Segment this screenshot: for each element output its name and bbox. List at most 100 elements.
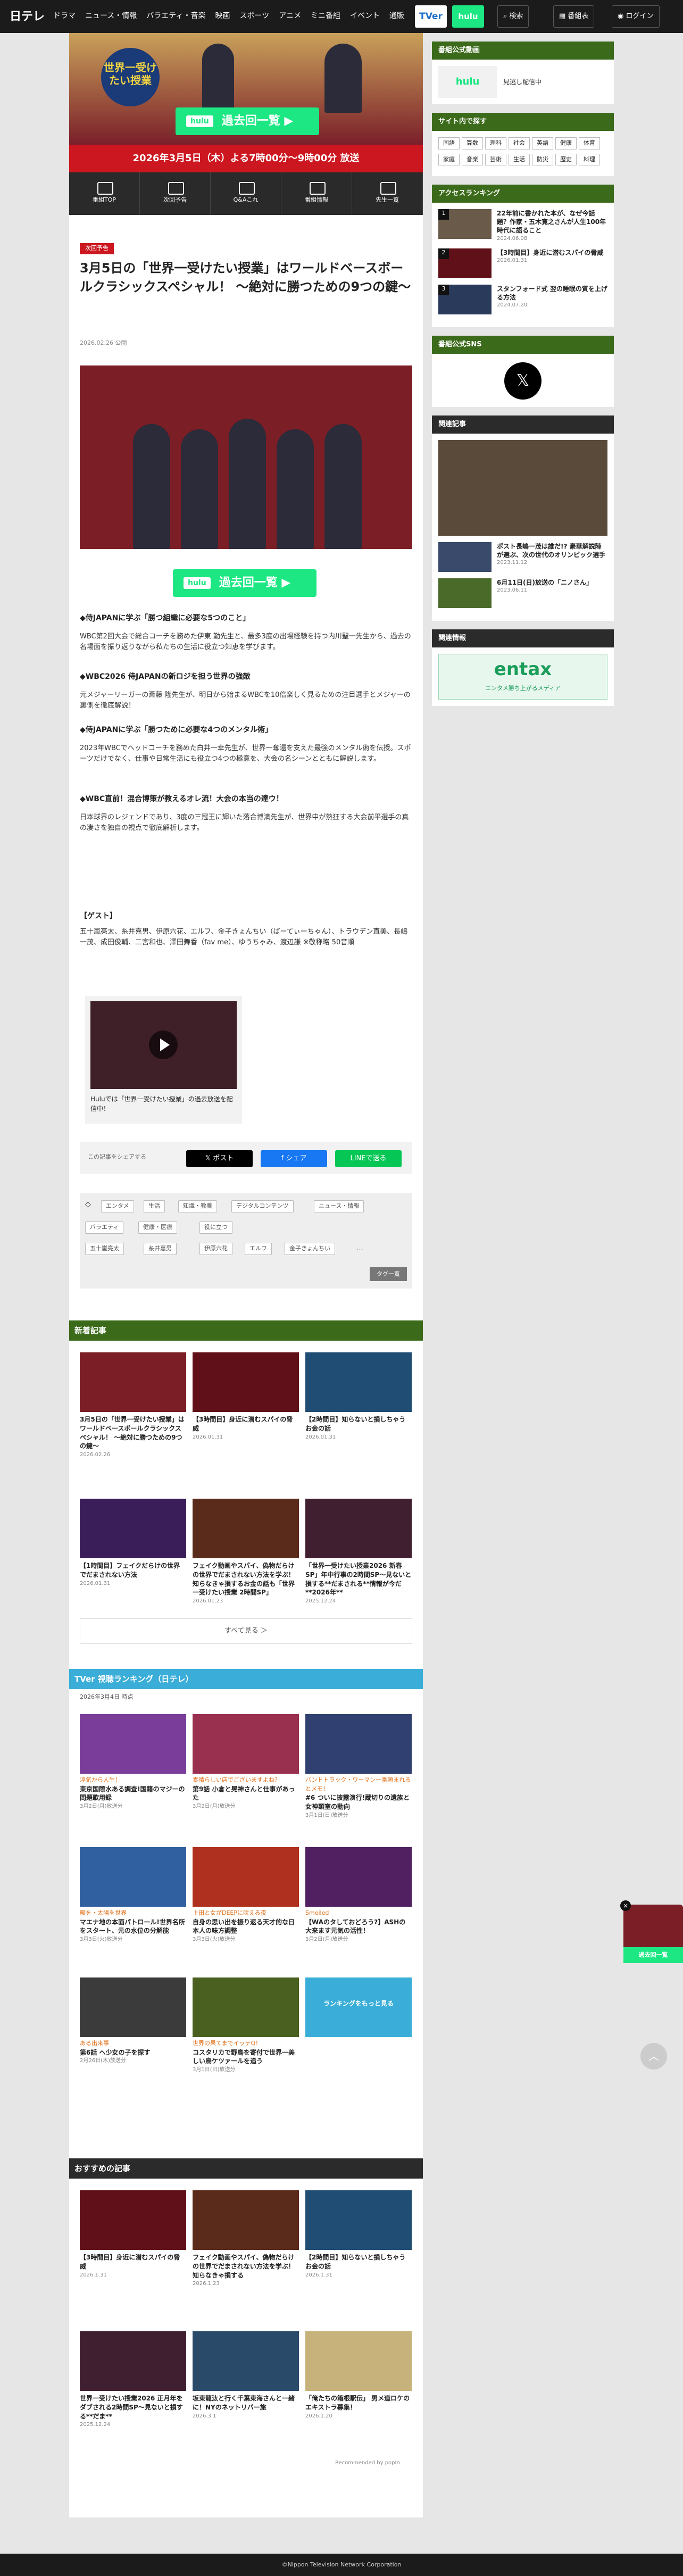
access-rank-item[interactable]: 3 スタンフォード式 翌の睡眠の質を上げる方法 2024.07.20 — [438, 285, 607, 315]
nav-anime[interactable]: アニメ — [279, 11, 301, 22]
new-article-card[interactable]: 【1時間目】フェイクだらけの世界でだまされない方法 2026.01.31 — [80, 1499, 186, 1588]
tag-item[interactable]: デジタルコンテンツ — [231, 1200, 294, 1212]
play-icon[interactable] — [149, 1031, 178, 1059]
new-article-card[interactable]: フェイク動画やスパイ、偽物だらけの世界でだまされない方法を学ぶ！知らなきゃ損する… — [193, 1499, 299, 1605]
tag-item[interactable]: エルフ — [245, 1243, 272, 1255]
sidebar-heading: 関連情報 — [432, 629, 614, 648]
nav-shop[interactable]: 通販 — [389, 11, 404, 22]
tab-info[interactable]: 番組情報 — [281, 172, 352, 215]
search-tag[interactable]: 理科 — [485, 137, 506, 149]
share-facebook-button[interactable]: f シェア — [261, 1150, 327, 1167]
search-tag[interactable]: 防災 — [532, 153, 553, 165]
share-x-button[interactable]: 𝕏 ポスト — [186, 1150, 253, 1167]
search-button[interactable]: ⌕ 検索 — [497, 5, 529, 28]
access-rank-item[interactable]: 1 22年前に書かれた本が、なぜ今話題？作家・五木寛之さんが人生100年時代に語る… — [438, 209, 607, 242]
hulu-logo[interactable]: hulu — [438, 66, 497, 98]
tag-item[interactable]: 伊原六花 — [199, 1243, 232, 1255]
recommended-card[interactable]: 世界一受けたい授業2026 正月年をダブされる2時間SP～見ないと損する**だま… — [80, 2331, 186, 2429]
article-thumbnail — [80, 2331, 186, 2391]
share-line-button[interactable]: LINEで送る — [335, 1150, 402, 1167]
tab-teachers[interactable]: 先生一覧 — [352, 172, 423, 215]
tag-item[interactable]: 役に立つ — [199, 1221, 232, 1234]
related-item[interactable]: 6月11日(日)放送の「ニノさん」 2023.06.11 — [438, 578, 607, 609]
section-heading: ◆WBC直前！混合博策が教えるオレ流！大会の本当の達ウ！ — [80, 795, 284, 803]
ranking-card[interactable]: 素晴らしい店でございますよね？ 第9話 小倉と晃神さんと仕事があった 3月2日(月)… — [193, 1714, 299, 1810]
login-button[interactable]: ◉ ログイン — [612, 5, 660, 28]
tab-next[interactable]: 次回予告 — [140, 172, 211, 215]
nav-variety[interactable]: バラエティ・音楽 — [146, 11, 205, 22]
nav-news[interactable]: ニュース・情報 — [85, 11, 137, 22]
search-tag[interactable]: 健康 — [555, 137, 577, 149]
tag-item[interactable]: ニュース・情報 — [314, 1200, 364, 1212]
nav-mini[interactable]: ミニ番組 — [311, 11, 340, 22]
tag-item[interactable]: 五十嵐亮太 — [85, 1243, 124, 1255]
search-tag[interactable]: 音楽 — [462, 153, 483, 165]
access-rank-item[interactable]: 2 【3時間目】身近に潜むスパイの脅威 2026.01.31 — [438, 248, 607, 279]
ranking-card[interactable]: 暖を・太陽を世界 マエナ地の本面パトロール!世界名所をスタート、元の水位の分解能 3… — [80, 1847, 186, 1943]
close-icon[interactable]: × — [620, 1900, 631, 1911]
search-tag[interactable]: 歴史 — [555, 153, 577, 165]
tver-button[interactable]: TVer — [415, 5, 447, 28]
search-tag[interactable]: 家庭 — [438, 153, 460, 165]
search-tag[interactable]: 国語 — [438, 137, 460, 149]
search-tag[interactable]: 英語 — [532, 137, 553, 149]
new-article-card[interactable]: 3月5日の「世界一受けたい授業」はワールドベースボールクラシックスペシャル！ ～… — [80, 1352, 186, 1459]
tab-qa[interactable]: Q&Aこれ — [211, 172, 281, 215]
ranking-card[interactable]: 浮気から人生！ 東京国際水ある調査!国籍のマジーの問題歌用録 3月2日(月)放送分 — [80, 1714, 186, 1810]
recommended-card[interactable]: 【2時間目】知らないと損しちゃうお金の話 2026.1.31 — [305, 2190, 412, 2279]
article-thumbnail — [305, 2190, 412, 2250]
ranking-card[interactable]: バンドトラック・ワーマン一番頼まれるとメモ！ #6 ついに披露演行!蔵切りの遺族と… — [305, 1714, 412, 1819]
video-caption: Huluでは「世界一受けたい授業」の過去放送を配信中！ — [90, 1095, 233, 1112]
section-heading: ◆WBC2026 侍JAPANの新ロジを担う世界の強敵 — [80, 672, 251, 681]
site-logo[interactable]: 日テレ — [10, 8, 45, 26]
recommended-card[interactable]: 【3時間目】身近に潜むスパイの脅威 2026.1.31 — [80, 2190, 186, 2279]
tag-item[interactable]: 知識・教養 — [178, 1200, 217, 1212]
floating-past-episodes-button[interactable]: 過去回一覧 — [623, 1947, 683, 1963]
search-tag[interactable]: 社会 — [509, 137, 530, 149]
hulu-header-button[interactable]: hulu — [452, 5, 484, 28]
recommended-card[interactable]: 坂東龍汰と行く千葉東海さんと一緒に！NYのネットリバー旅 2026.3.1 — [193, 2331, 299, 2420]
ranking-card[interactable]: 上田と女がDEEPに吠える夜 自身の思い出を振り返る天才的な日本人の味方調整 3月3… — [193, 1847, 299, 1943]
tag-item[interactable]: 糸井嘉男 — [144, 1243, 177, 1255]
host-figure — [324, 44, 362, 113]
entax-banner[interactable]: entax エンタメ勝ち上がるメディア — [438, 654, 607, 700]
past-episodes-button[interactable]: hulu 過去回一覧 ▶ — [176, 107, 319, 135]
search-tag[interactable]: 料理 — [579, 153, 600, 165]
recommended-card[interactable]: 「俺たちの箱根駅伝」 男メ道ロケのエキストラ募集！ 2026.1.20 — [305, 2331, 412, 2420]
program-logo[interactable]: 世界一受けたい授業 — [101, 48, 160, 106]
tag-item[interactable]: エンタメ — [101, 1200, 134, 1212]
tag-item[interactable]: バラエティ — [85, 1221, 124, 1234]
new-article-card[interactable]: 「世界一受けたい授業2026 新春SP」年中行事の2時間SP～見ないと損する**… — [305, 1499, 412, 1605]
tag-item[interactable]: 生活 — [144, 1200, 165, 1212]
past-episodes-button[interactable]: hulu 過去回一覧 ▶ — [173, 569, 316, 597]
tag-item[interactable]: 金子きょんちい — [285, 1243, 335, 1255]
tag-list-button[interactable]: タグ一覧 — [370, 1267, 407, 1281]
related-item[interactable]: ポスト長嶋一茂は誰だ!? 豪華解説陣が選ぶ、次の世代のオリンピック選手 2023.… — [438, 542, 607, 572]
more-ranking-button[interactable]: ランキングをもっと見る — [305, 1977, 412, 2037]
new-article-card[interactable]: 【2時間目】知らないと損しちゃうお金の話 2026.01.31 — [305, 1352, 412, 1441]
search-tag[interactable]: 芸術 — [485, 153, 506, 165]
powered-by[interactable]: Recommended by popIn — [335, 2459, 400, 2467]
search-tag[interactable]: 算数 — [462, 137, 483, 149]
category-badge[interactable]: 次回予告 — [80, 243, 114, 254]
nav-sports[interactable]: スポーツ — [239, 11, 269, 22]
new-article-card[interactable]: 【3時間目】身近に潜むスパイの脅威 2026.01.31 — [193, 1352, 299, 1441]
ranking-card[interactable]: 世界の果てまでイッテQ！ コスタリカで野鳥を寄付で世界一美しい鳥ケツァールを追う 3… — [193, 1977, 299, 2074]
back-to-top-icon[interactable]: ︿ — [640, 2043, 667, 2070]
tag-item[interactable]: 健康・医療 — [138, 1221, 177, 1234]
x-icon[interactable]: 𝕏 — [504, 362, 542, 400]
ranking-card[interactable]: Smeiled 【WAのタしておどろう?】ASHの大来ます元気の活性！ 3月2日(月… — [305, 1847, 412, 1943]
recommended-card[interactable]: フェイク動画やスパイ、偽物だらけの世界でだまされない方法を学ぶ！知らなきゃ損する… — [193, 2190, 299, 2288]
nav-drama[interactable]: ドラマ — [53, 11, 76, 22]
tab-program-top[interactable]: 番組TOP — [69, 172, 140, 215]
nav-movie[interactable]: 映画 — [215, 11, 230, 22]
related-hero-image[interactable] — [438, 440, 607, 536]
search-tag[interactable]: 生活 — [509, 153, 530, 165]
schedule-button[interactable]: ▦ 番組表 — [553, 5, 595, 28]
see-all-button[interactable]: すべて見る ＞ — [80, 1618, 412, 1644]
section-heading: 【ゲスト】 — [80, 912, 117, 920]
ranking-card[interactable]: ある出来事 第6話 ヘ少女の子を探す 2月26日(木)放送分 — [80, 1977, 186, 2065]
search-tag[interactable]: 体育 — [579, 137, 600, 149]
hulu-video-card[interactable]: Huluでは「世界一受けたい授業」の過去放送を配信中！ — [85, 996, 242, 1124]
nav-event[interactable]: イベント — [350, 11, 380, 22]
